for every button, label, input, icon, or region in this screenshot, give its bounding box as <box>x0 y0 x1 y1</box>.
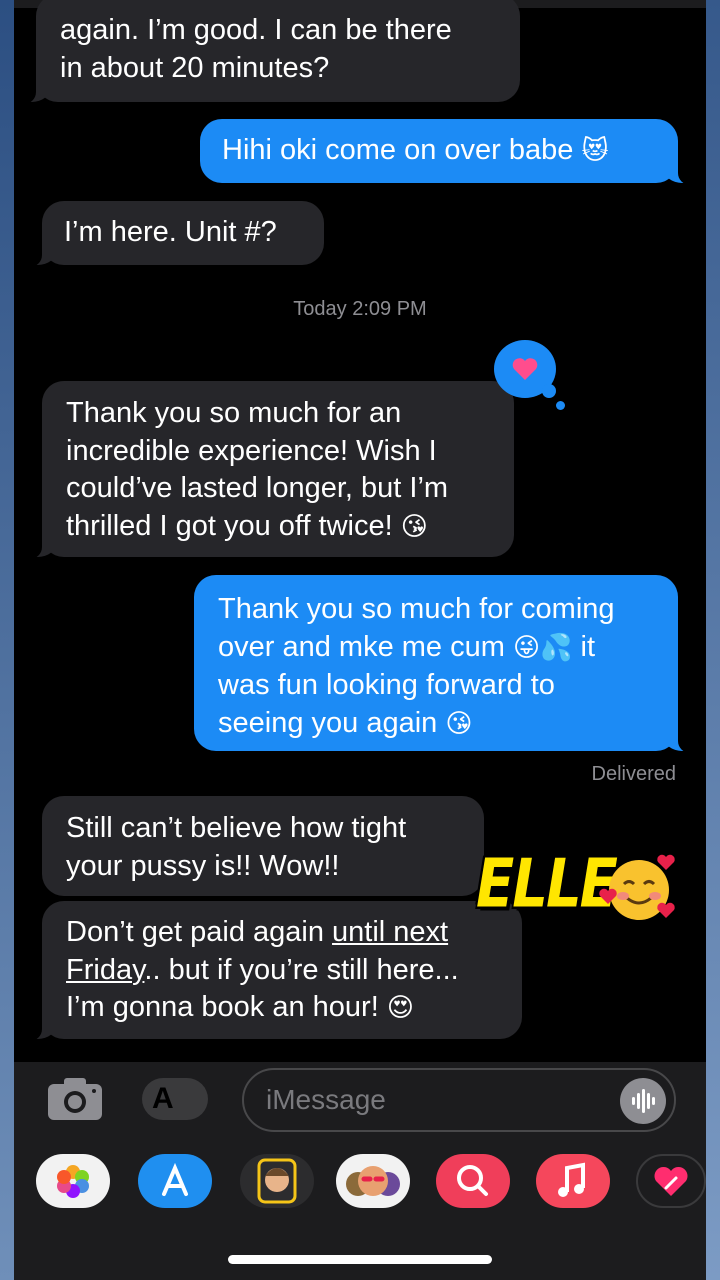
camera-icon[interactable] <box>46 1076 104 1122</box>
message-bubble-outgoing[interactable]: Hihi oki come on over babe 😻 <box>200 119 700 185</box>
kissing-face-emoji: 😘 <box>445 708 473 739</box>
winking-tongue-sweat-emoji: 😜💦 <box>512 632 573 663</box>
smiling-hearts-emoji <box>599 854 675 920</box>
message-bubble-incoming[interactable]: again. I’m good. I can be there in about… <box>14 0 520 104</box>
message-bubble-incoming[interactable]: Don’t get paid again until next Friday.. … <box>20 901 522 1041</box>
app-store-icon: A <box>152 1082 174 1115</box>
animoji-icon <box>346 1166 400 1196</box>
message-text: Thank you so much for an incredible expe… <box>66 397 449 542</box>
image-search-app-button[interactable] <box>436 1154 510 1208</box>
digital-touch-icon <box>654 1166 688 1196</box>
delivered-status: Delivered <box>591 763 676 785</box>
message-bubble-outgoing[interactable]: Thank you so much for coming over and mk… <box>194 575 700 753</box>
music-icon <box>558 1162 585 1197</box>
app-store-app-button[interactable] <box>138 1154 212 1208</box>
message-timestamp: Today 2:09 PM <box>293 298 427 320</box>
message-link-text[interactable]: until next <box>332 916 448 948</box>
messages-screen: again. I’m good. I can be there in about… <box>14 0 706 1280</box>
heart-icon <box>512 358 538 380</box>
photos-icon <box>57 1165 89 1198</box>
message-text: I’m here. Unit #? <box>64 216 277 248</box>
photos-app-button[interactable] <box>36 1154 110 1208</box>
animoji-app-button[interactable] <box>336 1154 410 1208</box>
message-text: Don’t get paid again <box>66 916 333 948</box>
memoji-icon <box>257 1158 297 1204</box>
imessage-placeholder: iMessage <box>266 1084 386 1115</box>
tapback-tail-dot <box>556 401 565 410</box>
message-link-text[interactable]: Friday <box>66 954 144 986</box>
music-app-button[interactable] <box>536 1154 610 1208</box>
imessage-input[interactable]: iMessage <box>242 1068 676 1132</box>
audio-waveform-icon <box>632 1089 655 1113</box>
app-store-button[interactable]: A <box>142 1078 208 1120</box>
message-text: again. I’m good. I can be there in about… <box>60 14 452 84</box>
message-text: Hihi oki come on over babe <box>222 134 574 166</box>
message-bubble-incoming[interactable]: Thank you so much for an incredible expe… <box>20 381 514 559</box>
message-bubble-incoming[interactable]: Still can’t believe how tight your pussy… <box>42 796 484 896</box>
message-bubble-incoming[interactable]: I’m here. Unit #? <box>20 201 324 267</box>
frame-edge-right <box>706 0 720 1280</box>
tapback-tail-dot <box>542 384 556 398</box>
elle-sticker-text: ELLE <box>476 845 618 924</box>
message-text: Still can’t believe how tight your pussy… <box>66 812 407 882</box>
app-store-icon <box>162 1162 188 1196</box>
heart-eyes-emoji: 😍 <box>386 993 414 1023</box>
kissing-face-emoji: 😘 <box>400 511 428 542</box>
frame-edge-left <box>0 0 14 1280</box>
image-search-icon <box>457 1165 488 1196</box>
heart-eyes-cat-emoji: 😻 <box>581 136 609 166</box>
audio-record-button[interactable] <box>620 1078 666 1124</box>
memoji-app-button[interactable] <box>240 1154 314 1208</box>
home-indicator[interactable] <box>228 1255 492 1264</box>
digital-touch-app-button[interactable] <box>636 1154 706 1208</box>
